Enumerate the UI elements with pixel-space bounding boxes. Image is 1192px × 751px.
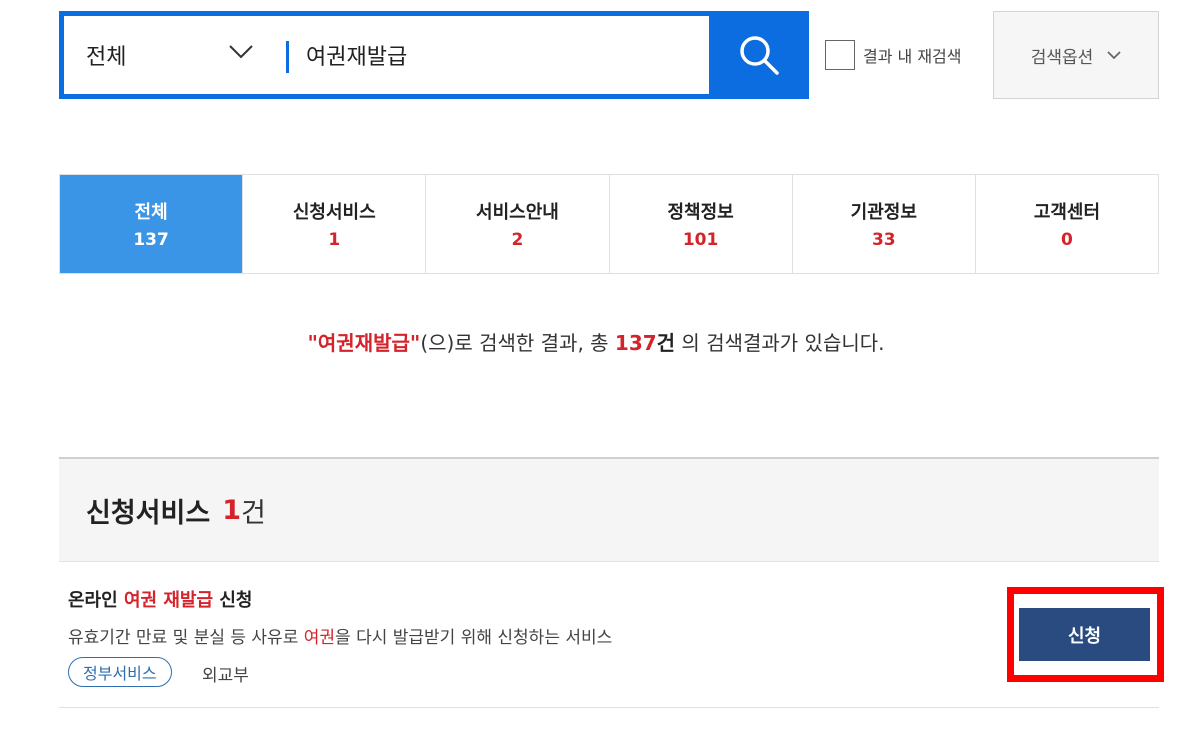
tab-label: 신청서비스: [292, 202, 376, 223]
result-desc-highlight: 여권: [303, 628, 336, 648]
tab-label: 정책정보: [667, 202, 734, 223]
search-options-button[interactable]: 검색옵션: [993, 11, 1159, 99]
tab-label: 기관정보: [850, 202, 917, 223]
tab-application-services[interactable]: 신청서비스 1: [242, 175, 426, 273]
summary-text-end: 의 검색결과가 있습니다.: [675, 331, 885, 355]
search-divider: [286, 41, 289, 73]
result-title-text: 온라인: [68, 590, 124, 611]
summary-total: 137: [614, 331, 657, 355]
tab-label: 서비스안내: [476, 202, 559, 223]
result-desc-text: 유효기간 만료 및 분실 등 사유로: [68, 628, 304, 648]
summary-text: (으)로 검색한 결과, 총: [420, 331, 615, 355]
re-search-checkbox[interactable]: [825, 40, 855, 70]
section-header: 신청서비스 1 건: [59, 457, 1159, 562]
result-description: 유효기간 만료 및 분실 등 사유로 여권을 다시 발급받기 위해 신청하는 서…: [68, 623, 612, 648]
result-title-highlight: 여권: [123, 590, 158, 611]
search-options-label: 검색옵션: [1030, 47, 1094, 68]
tab-count: 2: [511, 230, 524, 250]
agency-name: 외교부: [202, 666, 249, 686]
tab-count: 1: [328, 230, 341, 250]
tab-service-guide[interactable]: 서비스안내 2: [425, 175, 609, 273]
chevron-down-icon: [1107, 50, 1121, 59]
summary-unit: 건: [656, 331, 676, 355]
section-unit: 건: [241, 497, 266, 529]
result-desc-text: 을 다시 발급받기 위해 신청하는 서비스: [335, 628, 613, 648]
result-title-text: 신청: [213, 590, 253, 611]
result-summary: "여권재발급"(으)로 검색한 결과, 총 137건 의 검색결과가 있습니다.: [0, 327, 1192, 356]
re-search-toggle[interactable]: 결과 내 재검색: [825, 40, 962, 70]
search-input[interactable]: 여권재발급: [284, 16, 709, 94]
scope-select[interactable]: 전체: [64, 16, 284, 94]
search-icon: [740, 36, 779, 75]
tab-policy-info[interactable]: 정책정보 101: [608, 175, 792, 273]
apply-button[interactable]: 신청: [1019, 608, 1150, 661]
tab-count: 137: [133, 230, 169, 250]
tab-customer-center[interactable]: 고객센터 0: [974, 175, 1159, 273]
scope-select-value: 전체: [86, 45, 127, 70]
list-item: 온라인 여권 재발급 신청 유효기간 만료 및 분실 등 사유로 여권을 다시 …: [59, 562, 1159, 708]
search-input-value: 여권재발급: [306, 45, 408, 70]
section-count: 1: [222, 494, 241, 526]
tab-count: 0: [1061, 230, 1073, 250]
chevron-down-icon: [229, 45, 253, 59]
tab-count: 33: [871, 230, 896, 250]
tab-label: 고객센터: [1033, 202, 1101, 223]
category-tabs: 전체 137 신청서비스 1 서비스안내 2 정책정보 101 기관정보 33 …: [59, 174, 1159, 274]
category-tag: 정부서비스: [68, 657, 172, 687]
tab-all[interactable]: 전체 137: [60, 175, 243, 273]
tab-label: 전체: [134, 202, 168, 223]
result-title-highlight: 재발급: [163, 590, 214, 611]
search-box: 전체 여권재발급: [59, 11, 809, 99]
search-button[interactable]: [709, 11, 809, 99]
summary-query: "여권재발급": [307, 331, 421, 355]
section-title: 신청서비스: [86, 497, 211, 529]
tab-count: 101: [682, 230, 719, 250]
result-title[interactable]: 온라인 여권 재발급 신청: [68, 586, 252, 612]
re-search-label: 결과 내 재검색: [863, 47, 962, 66]
tab-agency-info[interactable]: 기관정보 33: [791, 175, 975, 273]
